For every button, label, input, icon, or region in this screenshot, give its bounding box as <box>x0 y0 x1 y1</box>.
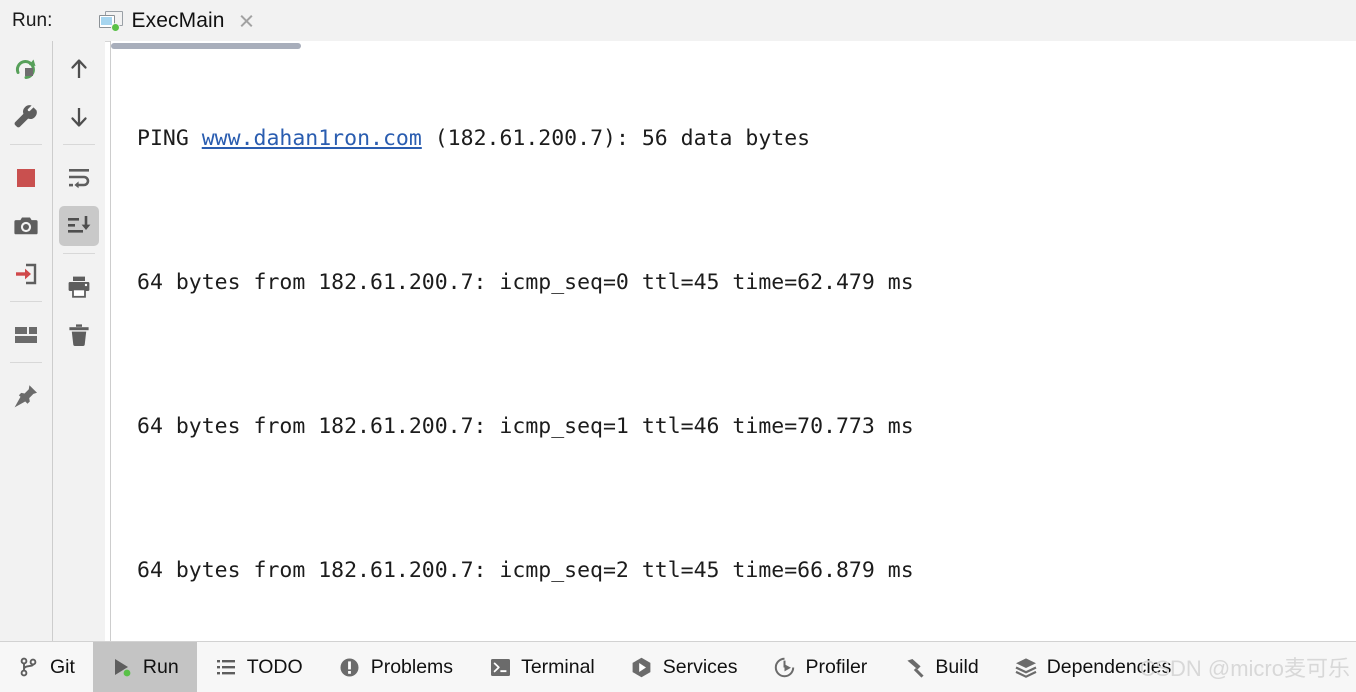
export-button[interactable] <box>6 254 46 294</box>
run-actions-toolbar <box>0 41 52 641</box>
console-output[interactable]: PING www.dahan1ron.com (182.61.200.7): 5… <box>111 41 1356 641</box>
statusbar-item-git[interactable]: Git <box>0 642 93 692</box>
toolbar-separator <box>63 253 95 254</box>
stop-button[interactable] <box>6 158 46 198</box>
console-text: PING www.dahan1ron.com (182.61.200.7): 5… <box>111 41 1356 641</box>
rerun-button[interactable] <box>6 49 46 89</box>
console-line: 64 bytes from 182.61.200.7: icmp_seq=1 t… <box>137 414 914 439</box>
layout-icon <box>15 327 37 343</box>
profiler-icon <box>774 656 796 678</box>
layers-icon <box>1015 656 1037 678</box>
stop-square-icon <box>17 169 35 187</box>
up-button[interactable] <box>59 49 99 89</box>
statusbar-label: Run <box>142 655 179 678</box>
hostname-link[interactable]: www.dahan1ron.com <box>202 126 422 151</box>
soft-wrap-button[interactable] <box>59 158 99 198</box>
tab-status-dot <box>110 22 120 32</box>
pin-tab-button[interactable] <box>6 376 46 416</box>
console-line-ping-header: PING www.dahan1ron.com (182.61.200.7): 5… <box>111 115 1356 163</box>
down-button[interactable] <box>59 97 99 137</box>
trash-icon <box>69 324 89 347</box>
clear-all-button[interactable] <box>59 315 99 355</box>
terminal-icon <box>489 656 511 678</box>
git-branch-icon <box>18 656 40 678</box>
toolbar-separator <box>10 301 42 302</box>
statusbar-label: Services <box>662 655 738 678</box>
statusbar-item-dependencies[interactable]: Dependencies <box>997 642 1190 692</box>
scroll-to-end-button[interactable] <box>59 206 99 246</box>
tool-window-status-bar: Git Run TODO Problems Terminal Services … <box>0 641 1356 692</box>
ping-prefix: PING <box>137 126 202 151</box>
problems-icon <box>339 656 361 678</box>
close-icon[interactable] <box>238 12 255 29</box>
run-window-header: Run: ExecMain <box>0 0 1356 42</box>
pin-icon <box>14 385 37 408</box>
statusbar-label: TODO <box>246 655 303 678</box>
hammer-icon <box>903 656 925 678</box>
todo-list-icon <box>215 656 237 678</box>
statusbar-label: Build <box>935 655 979 678</box>
run-label: Run: <box>12 9 53 31</box>
console-line: 64 bytes from 182.61.200.7: icmp_seq=0 t… <box>137 270 914 295</box>
statusbar-label: Terminal <box>521 655 595 678</box>
wrench-icon <box>14 105 37 128</box>
run-configuration-icon <box>98 10 123 32</box>
statusbar-item-run[interactable]: Run <box>92 642 197 692</box>
statusbar-item-todo[interactable]: TODO <box>197 642 321 692</box>
tab-execmain[interactable]: ExecMain <box>97 0 257 41</box>
statusbar-label: Problems <box>370 655 454 678</box>
toolbar-separator <box>63 144 95 145</box>
scroll-to-end-icon <box>68 216 91 233</box>
statusbar-item-terminal[interactable]: Terminal <box>471 642 613 692</box>
layout-button[interactable] <box>6 315 46 355</box>
statusbar-item-profiler[interactable]: Profiler <box>756 642 886 692</box>
statusbar-label: Profiler <box>805 655 868 678</box>
console-actions-toolbar <box>53 41 105 641</box>
rerun-icon <box>15 59 36 79</box>
print-button[interactable] <box>59 267 99 307</box>
statusbar-item-services[interactable]: Services <box>613 642 756 692</box>
statusbar-label: Dependencies <box>1046 655 1172 678</box>
statusbar-item-build[interactable]: Build <box>885 642 996 692</box>
export-arrow-icon <box>16 263 37 285</box>
services-icon <box>631 656 653 678</box>
screenshot-button[interactable] <box>6 206 46 246</box>
soft-wrap-icon <box>69 169 90 189</box>
printer-icon <box>68 276 90 298</box>
toolbar-separator <box>10 362 42 363</box>
statusbar-item-problems[interactable]: Problems <box>321 642 471 692</box>
run-play-icon <box>111 656 133 678</box>
arrow-down-icon <box>71 108 87 127</box>
console-line: 64 bytes from 182.61.200.7: icmp_seq=2 t… <box>137 558 914 583</box>
toolbar-separator <box>10 144 42 145</box>
statusbar-label: Git <box>50 655 75 678</box>
run-tool-window: Run: ExecMain PING www.dahan1ron.com (18… <box>0 0 1356 692</box>
edit-config-button[interactable] <box>6 97 46 137</box>
camera-icon <box>14 217 38 235</box>
ping-suffix: (182.61.200.7): 56 data bytes <box>421 126 811 151</box>
tab-title: ExecMain <box>131 8 225 32</box>
arrow-up-icon <box>71 59 87 78</box>
